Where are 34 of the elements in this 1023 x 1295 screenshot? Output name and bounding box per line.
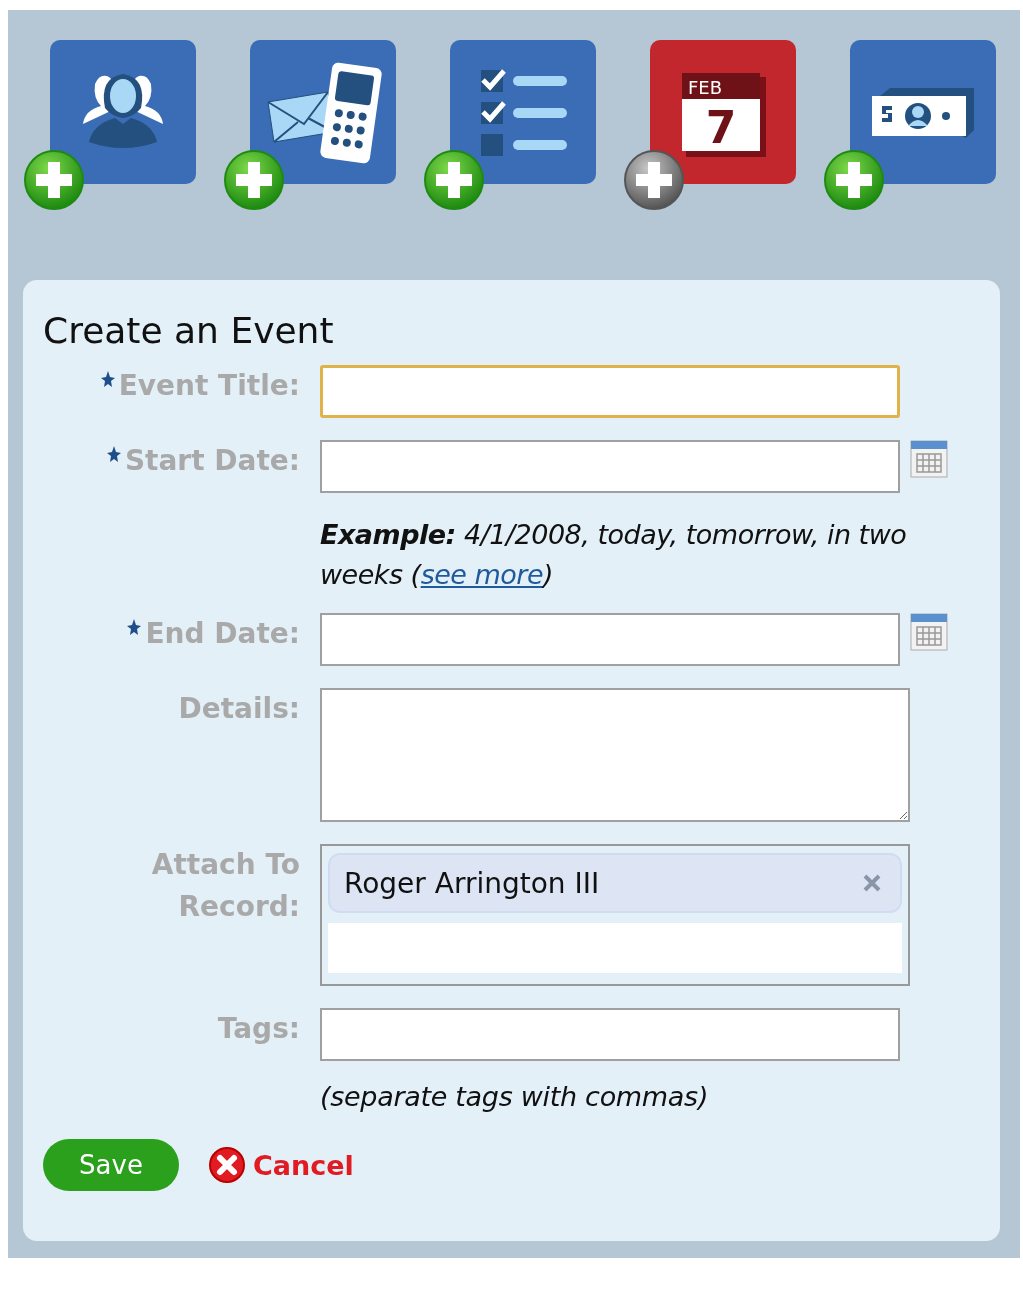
plus-icon [824,150,884,210]
quick-add-tile[interactable] [50,40,196,184]
quick-add-tile[interactable] [850,40,996,184]
date-field[interactable] [320,440,900,493]
quick-add-tile[interactable]: FEB 7 [650,40,796,184]
day-number: 7 [705,102,737,153]
form-title: Create an Event [43,310,335,351]
field-label: Event Title: [118,369,300,402]
calendar-icon[interactable] [910,440,948,478]
field-label: End Date: [145,617,300,650]
field-label: Attach To Record: [151,848,300,923]
save-button[interactable]: Save [43,1139,179,1191]
cancel-icon [207,1145,247,1185]
field-label: Details: [178,692,300,725]
plus-icon [24,150,84,210]
plus-icon [424,150,484,210]
remove-icon[interactable] [862,873,882,893]
field-label: Tags: [217,1012,300,1045]
date-example-hint: Example: 4/1/2008, today, tomorrow, in two weeks (see more) [320,518,908,592]
month-label: FEB [688,77,723,98]
tags-hint: (separate tags with commas) [320,1080,710,1114]
plus-icon [224,150,284,210]
record-field[interactable]: Roger Arrington III [320,844,910,986]
quick-add-tile[interactable] [450,40,596,184]
date-field[interactable] [320,613,900,666]
text-field[interactable] [320,365,900,418]
details-field[interactable] [320,688,910,822]
calendar-icon[interactable] [910,613,948,651]
record-name: Roger Arrington III [344,866,600,900]
text-field[interactable] [320,1008,900,1061]
quick-add-tile[interactable] [250,40,396,184]
cancel-link[interactable]: Cancel [207,1145,354,1185]
field-label: Start Date: [124,444,300,477]
plus-icon [624,150,684,210]
